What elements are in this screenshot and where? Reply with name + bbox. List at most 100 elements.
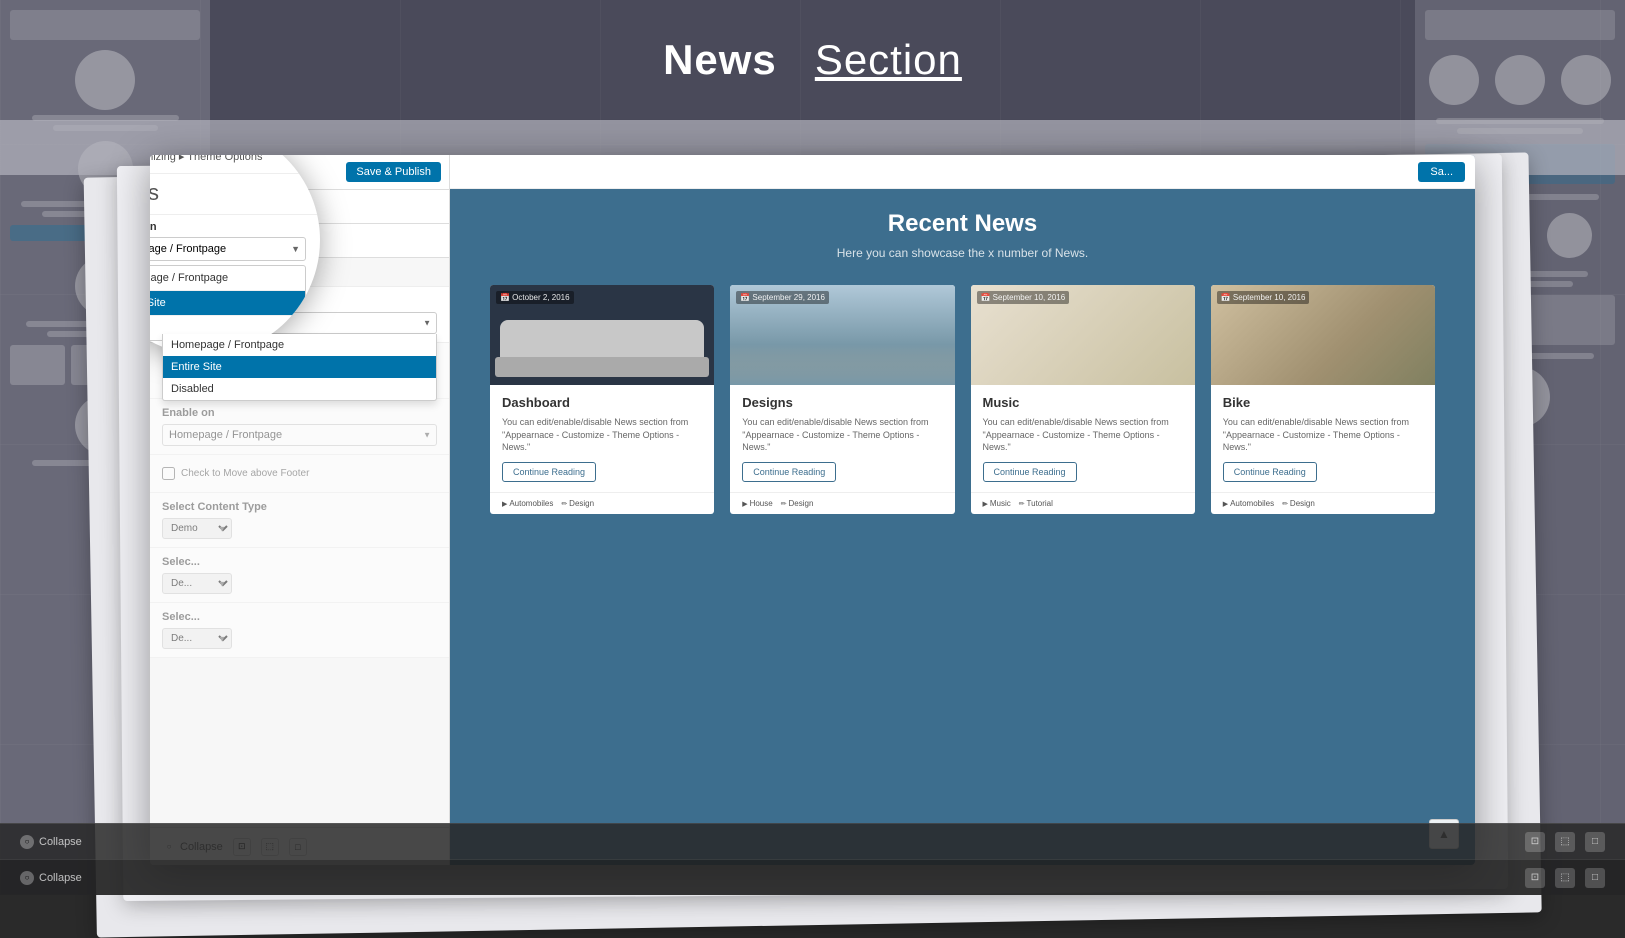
card-image-4: 📅 September 10, 2016	[1211, 285, 1435, 385]
content-type-label: Select Content Type	[162, 501, 437, 513]
card-btn-4[interactable]: Continue Reading	[1223, 462, 1317, 482]
card-text-4: You can edit/enable/disable News section…	[1223, 416, 1423, 454]
title-bold: News	[663, 36, 777, 83]
card-tag-2b: Design	[781, 499, 814, 508]
dropdown-option-1[interactable]: Homepage / Frontpage	[163, 334, 436, 356]
enable-on-select-3[interactable]: Homepage / Frontpage	[162, 424, 437, 446]
card-date-4: 📅 September 10, 2016	[1217, 291, 1310, 304]
card-body-2: Designs You can edit/enable/disable News…	[730, 385, 954, 492]
recent-news-heading: Recent News	[888, 210, 1037, 238]
collapse-label-1: Collapse	[39, 836, 82, 848]
news-card-3: 📅 September 10, 2016 Music You can edit/…	[971, 285, 1195, 514]
card-btn-2[interactable]: Continue Reading	[742, 462, 836, 482]
card-title-4: Bike	[1223, 395, 1423, 410]
card-btn-3[interactable]: Continue Reading	[983, 462, 1077, 482]
checkbox-label: Check to Move above Footer	[181, 468, 309, 479]
move-above-footer-checkbox[interactable]	[162, 467, 175, 480]
mobile-icon-1[interactable]: □	[1585, 832, 1605, 852]
select-label-3: Selec...	[162, 611, 437, 623]
front-panel: × Save & Publish × ‹ Customizing ▸ Theme…	[150, 155, 1475, 865]
customizer-sidebar: × Save & Publish × ‹ Customizing ▸ Theme…	[150, 155, 450, 865]
select-3[interactable]: De...	[162, 628, 232, 649]
content-type-select[interactable]: Demo	[162, 518, 232, 539]
circle-breadcrumb: Customizing ▸ Theme Options	[150, 155, 263, 163]
website-preview: Recent News Here you can showcase the x …	[450, 155, 1475, 865]
circle-title: News	[150, 174, 320, 215]
page-title: News Section	[663, 36, 962, 84]
bottom-toolbars: ○ Collapse ⊡ ⬚ □ ○ Collapse ⊡ ⬚ □	[0, 823, 1625, 895]
card-footer-3: Music Tutorial	[971, 492, 1195, 514]
circle-option-2[interactable]: Entire Site	[150, 291, 305, 316]
card-tag-4b: Design	[1282, 499, 1315, 508]
toolbar-icons-2: ⊡ ⬚ □	[1525, 868, 1605, 888]
card-body-3: Music You can edit/enable/disable News s…	[971, 385, 1195, 492]
card-tag-1b: Design	[561, 499, 594, 508]
toolbar-icons-1: ⊡ ⬚ □	[1525, 832, 1605, 852]
circle-option-1[interactable]: Homepage / Frontpage	[150, 266, 305, 291]
toolbar-row-2: ○ Collapse ⊡ ⬚ □	[0, 859, 1625, 895]
card-image-1: 📅 October 2, 2016	[490, 285, 714, 385]
tablet-icon-1[interactable]: ⬚	[1555, 832, 1575, 852]
header: News Section	[0, 0, 1625, 120]
enable-on-label-3: Enable on	[162, 407, 437, 419]
card-date-3: 📅 September 10, 2016	[977, 291, 1070, 304]
card-footer-4: Automobiles Design	[1211, 492, 1435, 514]
card-title-1: Dashboard	[502, 395, 702, 410]
news-cards: 📅 October 2, 2016 Dashboard You can edit…	[490, 285, 1435, 514]
card-footer-1: Automobiles Design	[490, 492, 714, 514]
enable-on-control-3: Enable on Homepage / Frontpage	[150, 399, 449, 455]
card-text-1: You can edit/enable/disable News section…	[502, 416, 702, 454]
desktop-icon-2[interactable]: ⊡	[1525, 868, 1545, 888]
card-footer-2: House Design	[730, 492, 954, 514]
card-body-4: Bike You can edit/enable/disable News se…	[1211, 385, 1435, 492]
dropdown-option-2[interactable]: Entire Site	[163, 356, 436, 378]
card-text-3: You can edit/enable/disable News section…	[983, 416, 1183, 454]
card-tag-4a: Automobiles	[1223, 499, 1274, 508]
desktop-icon-1[interactable]: ⊡	[1525, 832, 1545, 852]
news-card-1: 📅 October 2, 2016 Dashboard You can edit…	[490, 285, 714, 514]
card-body-1: Dashboard You can edit/enable/disable Ne…	[490, 385, 714, 492]
circle-enable-label: Enable on	[150, 215, 320, 237]
preview-save-button[interactable]: Sa...	[1418, 162, 1465, 182]
card-tag-3a: Music	[983, 499, 1011, 508]
circle-select-arrow: ▼	[291, 244, 300, 254]
news-section: Recent News Here you can showcase the x …	[450, 155, 1475, 865]
card-tag-1a: Automobiles	[502, 499, 553, 508]
news-card-2: 📅 September 29, 2016 Designs You can edi…	[730, 285, 954, 514]
preview-topbar: Sa...	[450, 155, 1475, 189]
save-publish-button[interactable]: Save & Publish	[346, 162, 441, 182]
dropdown-option-3[interactable]: Disabled	[163, 378, 436, 400]
enable-on-dropdown: Homepage / Frontpage Entire Site Disable…	[162, 334, 437, 401]
content-type-control: Select Content Type Demo	[150, 493, 449, 548]
tablet-icon-2[interactable]: ⬚	[1555, 868, 1575, 888]
main-content: × Save & Publish × ‹ Customizing ▸ Theme…	[150, 155, 1475, 865]
card-btn-1[interactable]: Continue Reading	[502, 462, 596, 482]
recent-news-subheading: Here you can showcase the x number of Ne…	[837, 246, 1088, 260]
card-image-2: 📅 September 29, 2016	[730, 285, 954, 385]
card-title-3: Music	[983, 395, 1183, 410]
news-card-4: 📅 September 10, 2016 Bike You can edit/e…	[1211, 285, 1435, 514]
checkbox-control: Check to Move above Footer	[150, 455, 449, 493]
mobile-icon-2[interactable]: □	[1585, 868, 1605, 888]
preview-area: Sa... Recent News Here you can showcase …	[450, 155, 1475, 865]
title-underline: Section	[815, 36, 962, 83]
circle-select[interactable]: Homepage / Frontpage Entire Site Disable…	[150, 237, 306, 261]
collapse-label-2: Collapse	[39, 872, 82, 884]
select-2[interactable]: De...	[162, 573, 232, 594]
card-date-2: 📅 September 29, 2016	[736, 291, 829, 304]
card-title-2: Designs	[742, 395, 942, 410]
select-label-2: Selec...	[162, 556, 437, 568]
circle-select-wrapper: Homepage / Frontpage Entire Site Disable…	[150, 237, 306, 261]
collapse-circle-1: ○	[20, 835, 34, 849]
collapse-button-2[interactable]: ○ Collapse	[20, 871, 82, 885]
collapse-button-1[interactable]: ○ Collapse	[20, 835, 82, 849]
card-date-1: 📅 October 2, 2016	[496, 291, 574, 304]
card-image-3: 📅 September 10, 2016	[971, 285, 1195, 385]
card-tag-2a: House	[742, 499, 772, 508]
toolbar-row-1: ○ Collapse ⊡ ⬚ □	[0, 823, 1625, 859]
collapse-circle-2: ○	[20, 871, 34, 885]
card-tag-3b: Tutorial	[1019, 499, 1053, 508]
select-control-2: Selec... De...	[150, 548, 449, 603]
select-control-3: Selec... De...	[150, 603, 449, 658]
card-text-2: You can edit/enable/disable News section…	[742, 416, 942, 454]
